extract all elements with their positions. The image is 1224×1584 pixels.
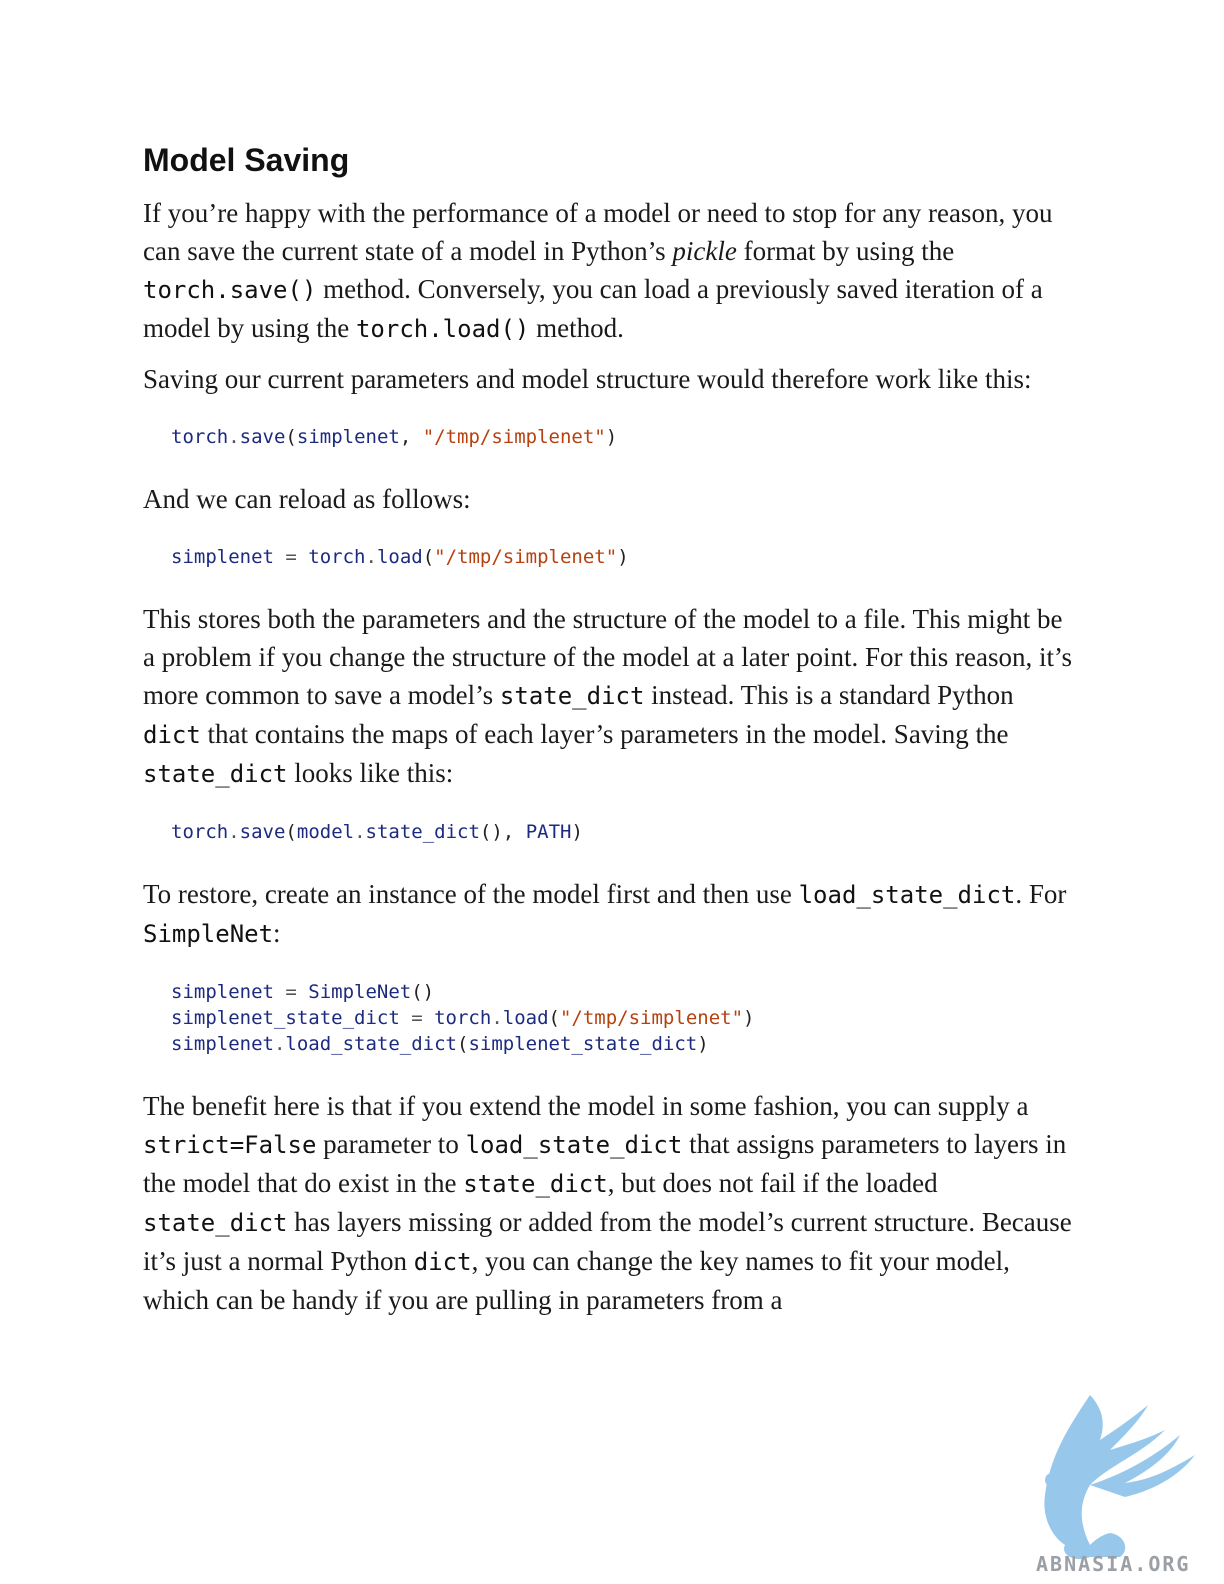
code-token: ,	[399, 426, 423, 448]
code-string: "/tmp/simplenet"	[559, 1007, 744, 1029]
code-token: torch	[171, 426, 229, 448]
p6-text-4: , but does not fail if the loaded	[607, 1168, 938, 1198]
code-token: =	[399, 1007, 435, 1029]
code-token: =	[273, 546, 309, 568]
code-token: simplenet	[171, 981, 274, 1003]
document-page: Model Saving If you’re happy with the pe…	[143, 140, 1073, 1331]
code-token: load	[376, 546, 423, 568]
code-token: simplenet_state_dict	[171, 1007, 400, 1029]
inline-code-state-dict: state_dict	[143, 1209, 288, 1237]
code-token: .	[491, 1007, 503, 1029]
code-token: (	[285, 426, 297, 448]
code-token: (	[422, 546, 435, 568]
code-token: SimpleNet	[308, 981, 412, 1003]
code-token: (),	[479, 821, 526, 843]
paragraph-1: If you’re happy with the performance of …	[143, 194, 1073, 348]
code-token: ()	[411, 981, 435, 1003]
code-string: "/tmp/simplenet"	[422, 426, 606, 448]
p4-text-3: that contains the maps of each layer’s p…	[200, 719, 1009, 749]
code-token: simplenet	[171, 546, 274, 568]
p4-text-4: looks like this:	[287, 758, 454, 788]
inline-code-simplenet: SimpleNet	[143, 920, 274, 948]
code-token: simplenet_state_dict	[468, 1033, 698, 1055]
p1-text-4: method.	[529, 313, 624, 343]
code-token: .	[354, 821, 366, 843]
watermark-text: ABNASIA.ORG	[1036, 1552, 1191, 1576]
inline-code-torch-save: torch.save()	[143, 276, 317, 304]
paragraph-2: Saving our current parameters and model …	[143, 364, 1032, 394]
paragraph-3: And we can reload as follows:	[143, 484, 471, 514]
code-block-load: simplenet = torch.load("/tmp/simplenet")	[171, 544, 1073, 570]
paragraph-6: The benefit here is that if you extend t…	[143, 1087, 1073, 1319]
code-token: )	[743, 1007, 755, 1029]
code-token: save	[239, 821, 286, 843]
p5-text-3: :	[273, 918, 281, 948]
code-token: (	[285, 821, 297, 843]
code-token: load	[502, 1007, 549, 1029]
code-token: )	[605, 426, 618, 448]
code-token: simplenet	[171, 1033, 274, 1055]
code-token: =	[273, 981, 309, 1003]
code-block-save: torch.save(simplenet, "/tmp/simplenet")	[171, 424, 1073, 450]
inline-code-torch-load: torch.load()	[355, 315, 530, 343]
p6-text-2: parameter to	[316, 1129, 466, 1159]
code-token: torch	[434, 1007, 492, 1029]
inline-code-load-state-dict: load_state_dict	[465, 1131, 683, 1159]
code-token: (	[548, 1007, 560, 1029]
code-token: model	[296, 821, 355, 843]
code-token: .	[228, 821, 240, 843]
griffin-logo-icon	[1044, 1395, 1195, 1560]
code-token: torch	[171, 821, 229, 843]
code-token: (	[457, 1033, 469, 1055]
code-token: PATH	[525, 821, 572, 843]
p6-text-1: The benefit here is that if you extend t…	[143, 1091, 1029, 1121]
p1-text-2: format by using the	[736, 236, 955, 266]
code-token: .	[228, 426, 240, 448]
inline-code-state-dict: state_dict	[463, 1170, 608, 1198]
inline-code-state-dict: state_dict	[143, 760, 288, 788]
p5-text-1: To restore, create an instance of the mo…	[143, 879, 799, 909]
code-token: save	[239, 426, 286, 448]
code-string: "/tmp/simplenet"	[434, 546, 618, 568]
section-heading: Model Saving	[143, 142, 350, 178]
paragraph-4: This stores both the parameters and the …	[143, 600, 1073, 793]
inline-code-dict: dict	[413, 1248, 472, 1276]
inline-code-load-state-dict: load_state_dict	[798, 881, 1016, 909]
code-token: state_dict	[365, 821, 480, 843]
code-token: torch	[308, 546, 366, 568]
p5-text-2: . For	[1015, 879, 1067, 909]
p1-emphasis: pickle	[672, 236, 737, 266]
inline-code-strict-false: strict=False	[143, 1131, 317, 1159]
code-token: .	[365, 546, 377, 568]
code-block-save-state-dict: torch.save(model.state_dict(), PATH)	[171, 819, 1073, 845]
code-token: .	[273, 1033, 286, 1055]
p4-text-2: instead. This is a standard Python	[644, 680, 1014, 710]
code-token: load_state_dict	[285, 1033, 457, 1055]
inline-code-dict: dict	[143, 721, 201, 749]
inline-code-state-dict: state_dict	[499, 682, 645, 710]
paragraph-5: To restore, create an instance of the mo…	[143, 875, 1073, 953]
code-token: )	[617, 546, 629, 568]
code-token: simplenet	[296, 426, 400, 448]
code-token: )	[697, 1033, 709, 1055]
code-block-restore: simplenet = SimpleNet() simplenet_state_…	[171, 979, 1073, 1057]
code-token: )	[571, 821, 583, 843]
